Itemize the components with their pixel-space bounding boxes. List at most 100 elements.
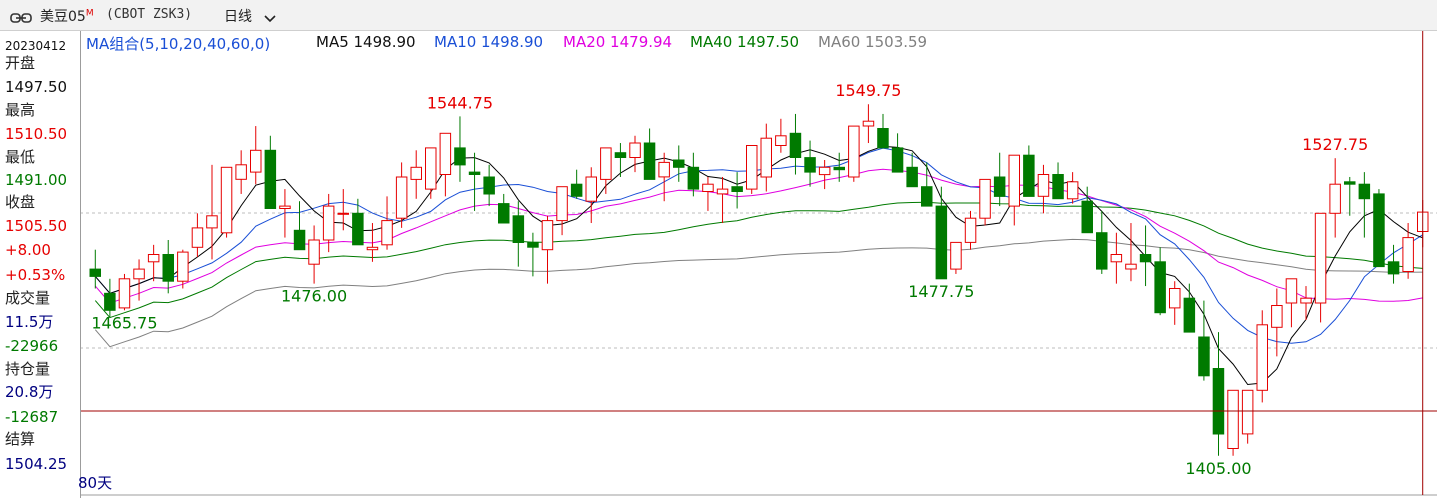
candle-body — [293, 229, 306, 251]
extreme-label: 1477.75 — [908, 282, 974, 301]
candle-body — [220, 166, 233, 234]
change-value: +8.00 — [5, 241, 51, 259]
candle-body — [425, 147, 437, 190]
range-label: 80天 — [78, 474, 113, 492]
candle-body — [498, 203, 510, 224]
open-interest-change: -12687 — [5, 408, 59, 426]
candle-body — [687, 166, 700, 190]
candle-body — [1212, 368, 1225, 435]
candle-body — [366, 246, 379, 251]
candle-body — [600, 147, 612, 180]
candle-body — [395, 176, 408, 219]
volume-value: 11.5万 — [5, 313, 54, 331]
candle-body — [1139, 254, 1152, 263]
candle-body — [964, 217, 977, 243]
symbol-name[interactable]: 美豆05M — [40, 6, 94, 26]
ma60-value: MA60 1503.59 — [818, 33, 928, 51]
open-interest-label: 持仓量 — [5, 360, 51, 378]
candle-body — [731, 186, 743, 192]
extreme-label: 1476.00 — [281, 287, 347, 306]
volume-label: 成交量 — [5, 289, 51, 307]
candle-body — [410, 166, 422, 180]
open-label: 开盘 — [5, 54, 36, 72]
candle-body — [527, 241, 539, 248]
ma10-value: MA10 1498.90 — [434, 33, 544, 51]
candle-body — [673, 159, 685, 168]
candle-body — [848, 125, 860, 178]
candle-body — [352, 212, 364, 246]
candle-body — [993, 176, 1006, 197]
candle-body — [570, 183, 583, 197]
candle-body — [1285, 278, 1298, 304]
candle-body — [118, 278, 131, 309]
candle-body — [1256, 324, 1268, 391]
candle-body — [1008, 154, 1020, 207]
candle-body — [877, 128, 889, 149]
chart-header: 美豆05M (CBOT ZSK3) 日线 — [0, 0, 1437, 31]
candle-body — [1096, 232, 1108, 270]
open-interest-value: 20.8万 — [5, 383, 54, 401]
candle-body — [1169, 288, 1181, 309]
candle-body — [1052, 174, 1064, 200]
candle-body — [104, 292, 116, 311]
candle-body — [454, 147, 466, 166]
candle-body — [1110, 254, 1123, 263]
candle-body — [1314, 212, 1327, 304]
candle-body — [775, 135, 787, 147]
period-selector[interactable]: 日线 — [224, 6, 252, 26]
candle-body — [1358, 183, 1371, 200]
quote-panel: 20230412 开盘 1497.50 最高 1510.50 最低 1491.0… — [0, 31, 81, 498]
candle-body — [1198, 336, 1210, 377]
candle-body — [1037, 174, 1050, 197]
open-value: 1497.50 — [5, 78, 68, 96]
link-icon[interactable] — [10, 9, 32, 28]
candle-body — [1023, 154, 1035, 197]
extreme-label: 1405.00 — [1185, 459, 1251, 478]
close-label: 收盘 — [5, 193, 36, 211]
candle-body — [629, 142, 641, 158]
candle-body — [191, 227, 204, 248]
candle-body — [702, 183, 714, 192]
candle-body — [308, 239, 320, 265]
candle-body — [1241, 389, 1254, 435]
candle-body — [337, 212, 349, 215]
high-value: 1510.50 — [5, 125, 68, 143]
ma-combo-dropdown[interactable]: MA组合(5,10,20,40,60,0) — [86, 33, 270, 54]
candle-body — [264, 149, 277, 210]
chevron-down-icon[interactable] — [263, 9, 277, 28]
candle-body — [804, 157, 816, 173]
candle-body — [760, 137, 772, 178]
candle-body — [1344, 181, 1356, 185]
candle-body — [279, 205, 291, 210]
candle-body — [468, 171, 481, 176]
candle-body — [818, 166, 831, 176]
candle-body — [906, 166, 918, 188]
candle-body — [862, 120, 875, 127]
candle-body — [1125, 263, 1137, 270]
candle-body — [833, 166, 845, 171]
candle-body — [935, 205, 948, 280]
extreme-label: 1465.75 — [91, 313, 157, 332]
candle-body — [162, 254, 174, 282]
candlestick-chart[interactable]: 1544.75 1549.75 1527.75 1465.75 1476.00 1477.… — [0, 0, 1437, 498]
candle-body — [614, 152, 627, 158]
candle-body — [1183, 297, 1196, 333]
symbol-code: (CBOT ZSK3) — [106, 7, 193, 22]
candle-body — [1066, 181, 1079, 200]
candle-body — [541, 220, 554, 251]
candle-body — [891, 147, 904, 173]
candle-body — [585, 176, 597, 202]
candle-body — [206, 215, 218, 229]
candle-body — [658, 161, 670, 178]
candle-body — [1081, 200, 1093, 234]
candle-body — [1227, 389, 1239, 449]
change-percent: +0.53% — [5, 266, 66, 284]
low-label: 最低 — [5, 148, 36, 166]
candle-body — [556, 186, 568, 222]
candle-body — [789, 132, 802, 159]
candle-body — [979, 178, 991, 219]
candle-body — [1387, 261, 1400, 275]
candle-body — [483, 176, 495, 195]
candle-body — [1402, 237, 1414, 273]
high-label: 最高 — [5, 101, 36, 119]
